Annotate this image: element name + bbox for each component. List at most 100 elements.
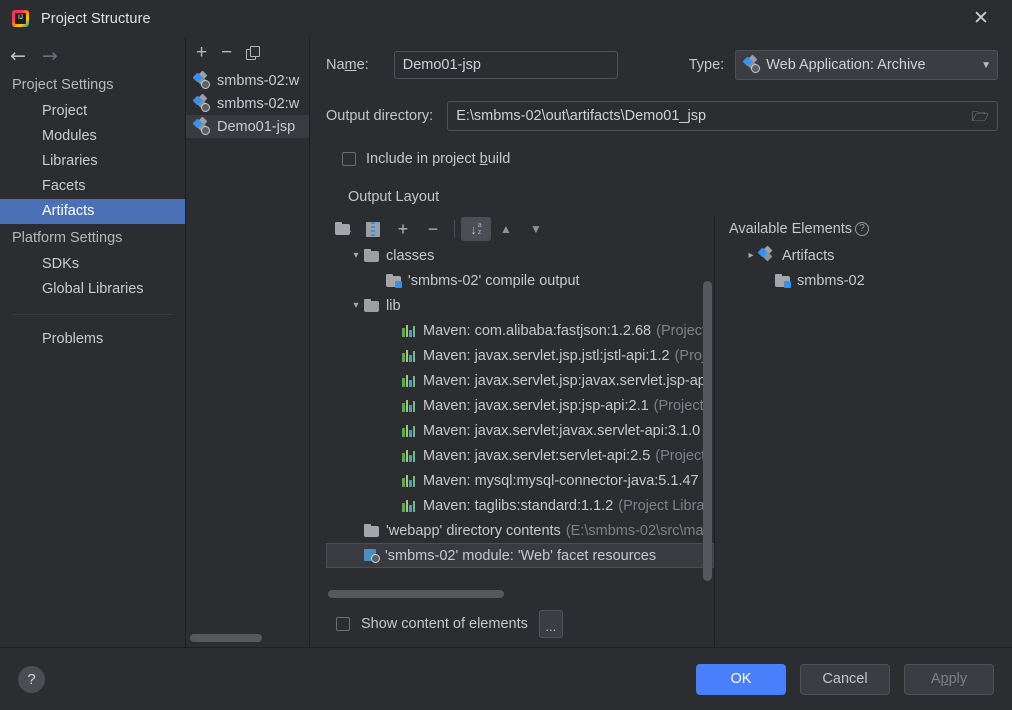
tree-row[interactable]: Maven: javax.servlet.jsp:javax.servlet.j… <box>326 368 714 393</box>
title-bar: Project Structure ✕ <box>0 0 1012 37</box>
tree-row-suffix: (Project <box>653 397 704 414</box>
tree-row[interactable]: ▾ classes <box>326 243 714 268</box>
sidebar-group-platform-settings: Platform Settings <box>12 230 123 246</box>
output-directory-row: Output directory: E:\smbms-02\out\artifa… <box>326 93 998 139</box>
available-elements-title: Available Elements <box>729 221 853 237</box>
cancel-button[interactable]: Cancel <box>800 663 890 695</box>
help-icon[interactable]: ? <box>18 665 45 693</box>
list-item[interactable]: smbms-02 <box>729 268 998 293</box>
sidebar-item-project[interactable]: Project <box>0 99 185 124</box>
tree-row-label: Maven: javax.servlet.jsp:jsp-api:2.1 <box>423 397 649 414</box>
artifacts-icon <box>757 245 775 264</box>
scrollbar-thumb[interactable] <box>328 590 504 598</box>
list-item[interactable]: Demo01-jsp <box>186 115 309 138</box>
output-directory-input[interactable]: E:\smbms-02\out\artifacts\Demo01_jsp 🗁 <box>447 101 998 131</box>
include-in-build-label: Include in project build <box>366 151 511 167</box>
apply-button[interactable]: Ap ply <box>904 663 994 695</box>
arrow-up-icon: ▲ <box>500 222 512 236</box>
tree-row-suffix: (Project <box>655 447 706 464</box>
dialog-footer: ? OK Cancel Ap ply <box>0 647 1012 710</box>
show-content-checkbox[interactable] <box>336 617 350 631</box>
list-item[interactable]: smbms-02:w <box>186 92 309 115</box>
add-artifact-button[interactable]: + <box>196 43 207 62</box>
include-in-build-checkbox[interactable] <box>342 152 356 166</box>
remove-artifact-button[interactable]: − <box>221 43 232 62</box>
available-element-label: Artifacts <box>782 247 835 264</box>
add-element-button[interactable]: + <box>388 217 418 241</box>
list-item[interactable]: ▸ Artifacts <box>729 243 998 268</box>
copy-artifact-button[interactable] <box>246 45 261 60</box>
name-input[interactable]: Demo01-jsp <box>393 51 618 79</box>
tree-row-suffix: (Project <box>656 322 707 339</box>
sidebar-item-modules[interactable]: Modules <box>0 124 185 149</box>
output-layout-row: Output Layout <box>326 179 998 215</box>
folder-browse-icon[interactable]: 🗁 <box>972 109 989 123</box>
add-archive-button[interactable] <box>358 217 388 241</box>
more-options-button[interactable]: ... <box>538 610 563 638</box>
show-content-label: Show content of elements <box>361 616 528 632</box>
list-item[interactable]: smbms-02:w <box>186 69 309 92</box>
sidebar-item-libraries[interactable]: Libraries <box>0 149 185 174</box>
tree-row[interactable]: Maven: javax.servlet.jsp.jstl:jstl-api:1… <box>326 343 714 368</box>
output-layout-label: Output Layout <box>348 189 440 205</box>
folder-icon <box>364 524 379 537</box>
tree-vertical-scrollbar[interactable] <box>703 281 712 581</box>
tree-row[interactable]: ▾ lib <box>326 293 714 318</box>
include-in-build-row[interactable]: Include in project build <box>326 139 998 179</box>
tree-row[interactable]: 'smbms-02' module: 'Web' facet resources <box>326 543 714 568</box>
sidebar-item-global-libraries[interactable]: Global Libraries <box>0 277 185 302</box>
ok-button[interactable]: OK <box>696 663 786 695</box>
arrow-down-icon: ▼ <box>530 222 542 236</box>
artifacts-list: smbms-02:w smbms-02:w Demo01-jsp <box>186 63 309 647</box>
tree-row[interactable]: Maven: javax.servlet:servlet-api:2.5 (Pr… <box>326 443 714 468</box>
tree-row-suffix: (E:\smbms-02\src\ma <box>565 522 704 539</box>
add-directory-button[interactable]: + <box>328 217 358 241</box>
web-exploded-icon <box>192 93 210 112</box>
sidebar-item-sdks[interactable]: SDKs <box>0 252 185 277</box>
type-value: Web Application: Archive <box>766 57 926 73</box>
tree-row[interactable]: Maven: javax.servlet:javax.servlet-api:3… <box>326 418 714 443</box>
sidebar-item-artifacts[interactable]: Artifacts <box>0 199 185 224</box>
back-arrow-icon[interactable]: ← <box>10 46 26 66</box>
type-dropdown[interactable]: Web Application: Archive ▼ <box>735 50 998 80</box>
output-directory-value: E:\smbms-02\out\artifacts\Demo01_jsp <box>456 108 707 124</box>
help-icon[interactable]: ? <box>855 222 870 236</box>
tree-row[interactable]: Maven: javax.servlet.jsp:jsp-api:2.1 (Pr… <box>326 393 714 418</box>
remove-element-button[interactable]: − <box>418 217 448 241</box>
tree-row-label: 'smbms-02' module: 'Web' facet resources <box>385 547 657 564</box>
maven-library-icon <box>402 399 417 412</box>
tree-row-label: Maven: mysql:mysql-connector-java:5.1.47 <box>423 472 699 489</box>
tree-row[interactable]: Maven: com.alibaba:fastjson:1.2.68 (Proj… <box>326 318 714 343</box>
maven-library-icon <box>402 499 417 512</box>
sidebar-item-facets[interactable]: Facets <box>0 174 185 199</box>
tree-row[interactable]: Maven: mysql:mysql-connector-java:5.1.47 <box>326 468 714 493</box>
artifact-label: smbms-02:w <box>217 72 300 89</box>
close-icon[interactable]: ✕ <box>960 0 1002 37</box>
artifacts-list-panel: + − smbms-02:w smbms-02:w Demo01-jsp <box>186 37 310 647</box>
archive-icon <box>366 221 380 237</box>
artifact-label: Demo01-jsp <box>217 118 296 135</box>
move-up-button[interactable]: ▲ <box>491 217 521 241</box>
chevron-down-icon[interactable]: ▾ <box>348 300 364 311</box>
tree-row[interactable]: 'smbms-02' compile output <box>326 268 714 293</box>
forward-arrow-icon[interactable]: → <box>42 46 58 66</box>
folder-icon <box>364 299 379 312</box>
sidebar-item-problems[interactable]: Problems <box>0 327 185 352</box>
artifact-label: smbms-02:w <box>217 95 300 112</box>
tree-row-label: lib <box>386 297 401 314</box>
chevron-down-icon[interactable]: ▾ <box>348 250 364 261</box>
maven-library-icon <box>402 449 417 462</box>
sidebar-divider <box>12 314 173 315</box>
maven-library-icon <box>402 474 417 487</box>
sort-alphabetically-button[interactable]: ↓ a z <box>461 217 491 241</box>
available-elements-pane: Available Elements ? ▸ Artifacts smbms-0… <box>715 215 998 647</box>
type-label: Type: <box>688 57 725 73</box>
artifacts-horizontal-scrollbar[interactable] <box>190 634 262 642</box>
tree-row[interactable]: Maven: taglibs:standard:1.1.2 (Project L… <box>326 493 714 518</box>
tree-horizontal-scrollbar[interactable] <box>326 587 714 601</box>
maven-library-icon <box>402 424 417 437</box>
settings-sidebar: ← → Project Settings Project Modules Lib… <box>0 37 186 647</box>
tree-row[interactable]: 'webapp' directory contents (E:\smbms-02… <box>326 518 714 543</box>
show-content-row: Show content of elements ... <box>326 601 714 647</box>
move-down-button[interactable]: ▼ <box>521 217 551 241</box>
